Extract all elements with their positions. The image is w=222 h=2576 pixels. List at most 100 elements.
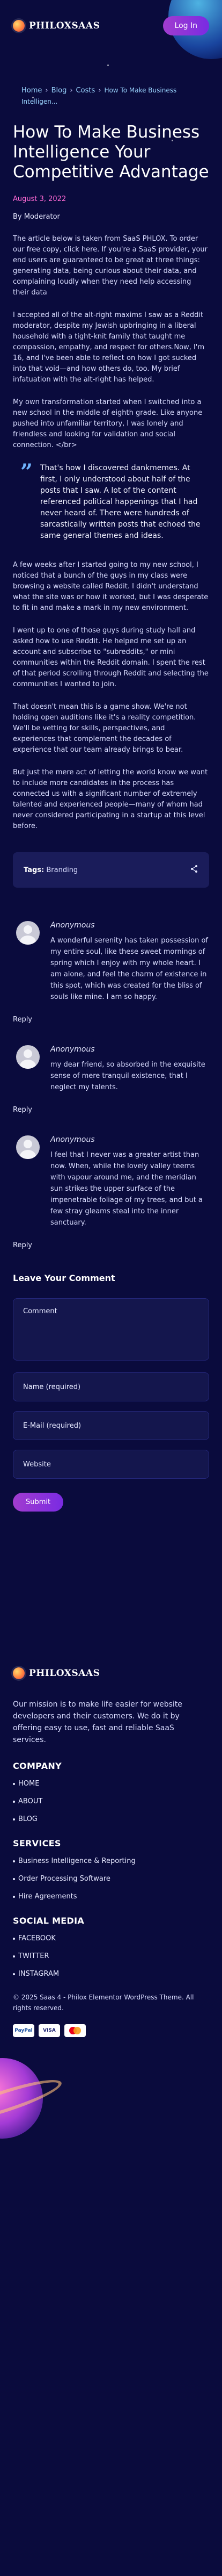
site-header: PHILOXSAAS Log In <box>0 0 222 35</box>
page: PHILOXSAAS Log In Home › Blog › Costs › How To… <box>0 0 222 2576</box>
comment-form: Submit <box>13 1298 209 1512</box>
tags-bar: Tags: Branding <box>13 852 209 888</box>
comment: Anonymous A wonderful serenity has taken… <box>0 921 222 1024</box>
comment: Anonymous my dear friend, so absorbed in… <box>0 1045 222 1114</box>
bullet-icon <box>13 1937 15 1940</box>
site-footer: PHILOXSAAS Our mission is to make life e… <box>0 1667 222 2037</box>
bullet-icon <box>13 1860 15 1862</box>
article-paragraph: The article below is taken from SaaS PHL… <box>13 235 208 297</box>
logo-icon <box>13 20 25 32</box>
submit-button[interactable]: Submit <box>13 1493 64 1512</box>
visa-icon: VISA <box>39 2024 60 2037</box>
social-links: FACEBOOK TWITTER INSTAGRAM <box>13 1934 209 1978</box>
footer-heading-services: SERVICES <box>13 1838 61 1848</box>
reply-link[interactable]: Reply <box>13 1241 222 1249</box>
bullet-icon <box>13 1782 15 1785</box>
footer-heading-company: COMPANY <box>13 1761 62 1771</box>
tag-link[interactable]: Branding <box>46 866 78 874</box>
reply-link[interactable]: Reply <box>13 1106 222 1114</box>
breadcrumb-separator: › <box>70 87 73 95</box>
footer-link-label: TWITTER <box>18 1952 49 1960</box>
name-field[interactable] <box>13 1372 209 1401</box>
company-links: HOME ABOUT BLOG <box>13 1780 209 1823</box>
article-paragraph: That doesn't mean this is a game show. W… <box>13 703 196 754</box>
footer-brand-name: PHILOXSAAS <box>29 1668 100 1679</box>
comment-author: Anonymous <box>50 1135 95 1144</box>
avatar <box>16 1135 40 1159</box>
breadcrumb-blog[interactable]: Blog <box>51 87 67 95</box>
footer-link-facebook[interactable]: FACEBOOK <box>13 1934 209 1942</box>
footer-link-label: Business Intelligence & Reporting <box>18 1857 136 1865</box>
footer-link-label: INSTAGRAM <box>18 1970 60 1978</box>
blockquote: ” That's how I discovered dankmemes. At … <box>20 459 209 542</box>
site-logo[interactable]: PHILOXSAAS <box>13 20 100 32</box>
breadcrumb-separator: › <box>98 87 101 95</box>
comment-textarea[interactable] <box>13 1298 209 1361</box>
payment-methods: PayPal VISA <box>13 2024 209 2037</box>
bullet-icon <box>13 1973 15 1975</box>
footer-link-hire[interactable]: Hire Agreements <box>13 1893 209 1901</box>
services-links: Business Intelligence & Reporting Order … <box>13 1857 209 1901</box>
bullet-icon <box>13 1895 15 1898</box>
copyright: © 2025 Saas 4 - Philox Elementor WordPre… <box>13 1994 194 2012</box>
mastercard-icon <box>64 2024 86 2037</box>
quote-icon: ” <box>20 459 33 485</box>
footer-description: Our mission is to make life easier for w… <box>13 1700 182 1744</box>
paypal-icon: PayPal <box>13 2024 34 2037</box>
article-paragraph: I went up to one of those guys during st… <box>13 627 209 688</box>
page-title: How To Make Business Intelligence Your C… <box>13 123 209 182</box>
footer-link-label: Hire Agreements <box>18 1893 77 1901</box>
comments-section: Anonymous A wonderful serenity has taken… <box>0 921 222 1249</box>
article-paragraph: A few weeks after I started going to my … <box>13 561 209 612</box>
bullet-icon <box>13 1877 15 1880</box>
breadcrumb-costs[interactable]: Costs <box>76 87 95 95</box>
paypal-label: PayPal <box>14 2028 33 2033</box>
share-icon[interactable] <box>190 865 198 875</box>
footer-link-label: HOME <box>18 1780 40 1788</box>
footer-link-label: Order Processing Software <box>18 1875 110 1883</box>
footer-link-twitter[interactable]: TWITTER <box>13 1952 209 1960</box>
email-field[interactable] <box>13 1411 209 1440</box>
tags-label: Tags: <box>24 866 45 874</box>
footer-link-home[interactable]: HOME <box>13 1780 209 1788</box>
footer-heading-social: SOCIAL MEDIA <box>13 1916 85 1926</box>
comment-author: Anonymous <box>50 921 95 930</box>
comment-form-title: Leave Your Comment <box>13 1273 115 1283</box>
comment-author: Anonymous <box>50 1045 95 1054</box>
article-paragraph: I accepted all of the alt-right maxims I… <box>13 311 205 384</box>
footer-link-label: FACEBOOK <box>18 1934 56 1942</box>
comment: Anonymous I feel that I never was a grea… <box>0 1135 222 1249</box>
article-body: The article below is taken from SaaS PHL… <box>13 234 209 832</box>
reply-link[interactable]: Reply <box>13 1016 222 1024</box>
footer-link-about[interactable]: ABOUT <box>13 1797 209 1805</box>
website-field[interactable] <box>13 1450 209 1479</box>
bullet-icon <box>13 1818 15 1821</box>
footer-link-blog[interactable]: BLOG <box>13 1815 209 1823</box>
avatar <box>16 1045 40 1069</box>
comment-text: I feel that I never was a greater artist… <box>50 1151 203 1227</box>
visa-label: VISA <box>43 2028 56 2033</box>
footer-logo[interactable]: PHILOXSAAS <box>13 1667 209 1679</box>
article-paragraph: My own transformation started when I swi… <box>13 398 203 449</box>
breadcrumb-home[interactable]: Home <box>21 87 42 95</box>
footer-link-label: ABOUT <box>18 1797 43 1805</box>
bullet-icon <box>13 1800 15 1803</box>
avatar <box>16 921 40 945</box>
footer-link-instagram[interactable]: INSTAGRAM <box>13 1970 209 1978</box>
breadcrumb: Home › Blog › Costs › How To Make Business Int… <box>21 85 209 107</box>
post-date[interactable]: August 3, 2022 <box>13 195 209 203</box>
brand-name: PHILOXSAAS <box>29 20 100 31</box>
tags: Tags: Branding <box>24 866 78 874</box>
quote-text: That's how I discovered dankmemes. At fi… <box>40 464 201 540</box>
comment-text: A wonderful serenity has taken possessio… <box>50 937 208 1001</box>
breadcrumb-separator: › <box>45 87 48 95</box>
post-author: By Moderator <box>13 213 60 221</box>
footer-link-order[interactable]: Order Processing Software <box>13 1875 209 1883</box>
article-paragraph: But just the mere act of letting the wor… <box>13 768 208 830</box>
comment-text: my dear friend, so absorbed in the exqui… <box>50 1061 205 1091</box>
footer-link-bi[interactable]: Business Intelligence & Reporting <box>13 1857 209 1865</box>
bullet-icon <box>13 1955 15 1958</box>
login-button[interactable]: Log In <box>162 16 209 35</box>
footer-link-label: BLOG <box>18 1815 38 1823</box>
logo-icon <box>13 1667 25 1679</box>
